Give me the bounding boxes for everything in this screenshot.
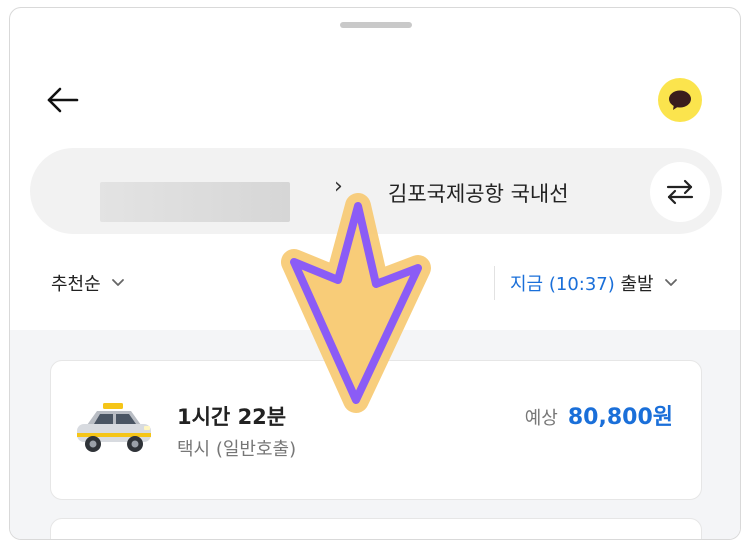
departure-time-dropdown[interactable]: 지금 (10:37) 출발 <box>510 270 678 296</box>
sort-label: 추천순 <box>51 274 101 295</box>
swap-route-button[interactable] <box>650 162 710 222</box>
results-list: 1시간 22분 택시 (일반호출) 예상 80,800원 <box>10 330 740 539</box>
fare-value: 80,800원 <box>567 405 673 430</box>
filter-divider <box>494 266 495 300</box>
route-result-card[interactable]: 1시간 22분 택시 (일반호출) 예상 80,800원 <box>50 360 702 500</box>
sheet-grabber-handle[interactable] <box>340 22 412 28</box>
kakaotalk-button[interactable] <box>658 78 702 122</box>
fare-label: 예상 <box>524 408 558 429</box>
chevron-down-icon <box>664 279 677 286</box>
bottom-sheet: › 김포국제공항 국내선 추천순 지금 (10:37) 출발 1시간 22분 택… <box>9 7 741 540</box>
departure-time-suffix: 출발 <box>620 274 654 295</box>
route-result-card-partial[interactable] <box>50 518 702 539</box>
swap-arrows-icon <box>666 179 694 205</box>
route-separator: › <box>334 174 343 199</box>
trip-duration: 1시간 22분 <box>177 405 287 429</box>
destination-field[interactable]: 김포국제공항 국내선 <box>388 178 569 208</box>
route-bar: › 김포국제공항 국내선 <box>30 148 722 234</box>
kakaotalk-icon <box>669 90 691 110</box>
estimated-fare: 예상 80,800원 <box>525 399 673 431</box>
sort-dropdown[interactable]: 추천순 <box>51 270 125 296</box>
arrow-left-icon <box>47 87 79 113</box>
transport-mode: 택시 (일반호출) <box>177 439 297 460</box>
departure-time-value: 지금 (10:37) <box>510 274 615 295</box>
taxi-icon <box>77 403 151 452</box>
origin-field-redacted[interactable] <box>100 182 290 222</box>
chevron-down-icon <box>111 279 124 286</box>
back-button[interactable] <box>43 80 83 120</box>
